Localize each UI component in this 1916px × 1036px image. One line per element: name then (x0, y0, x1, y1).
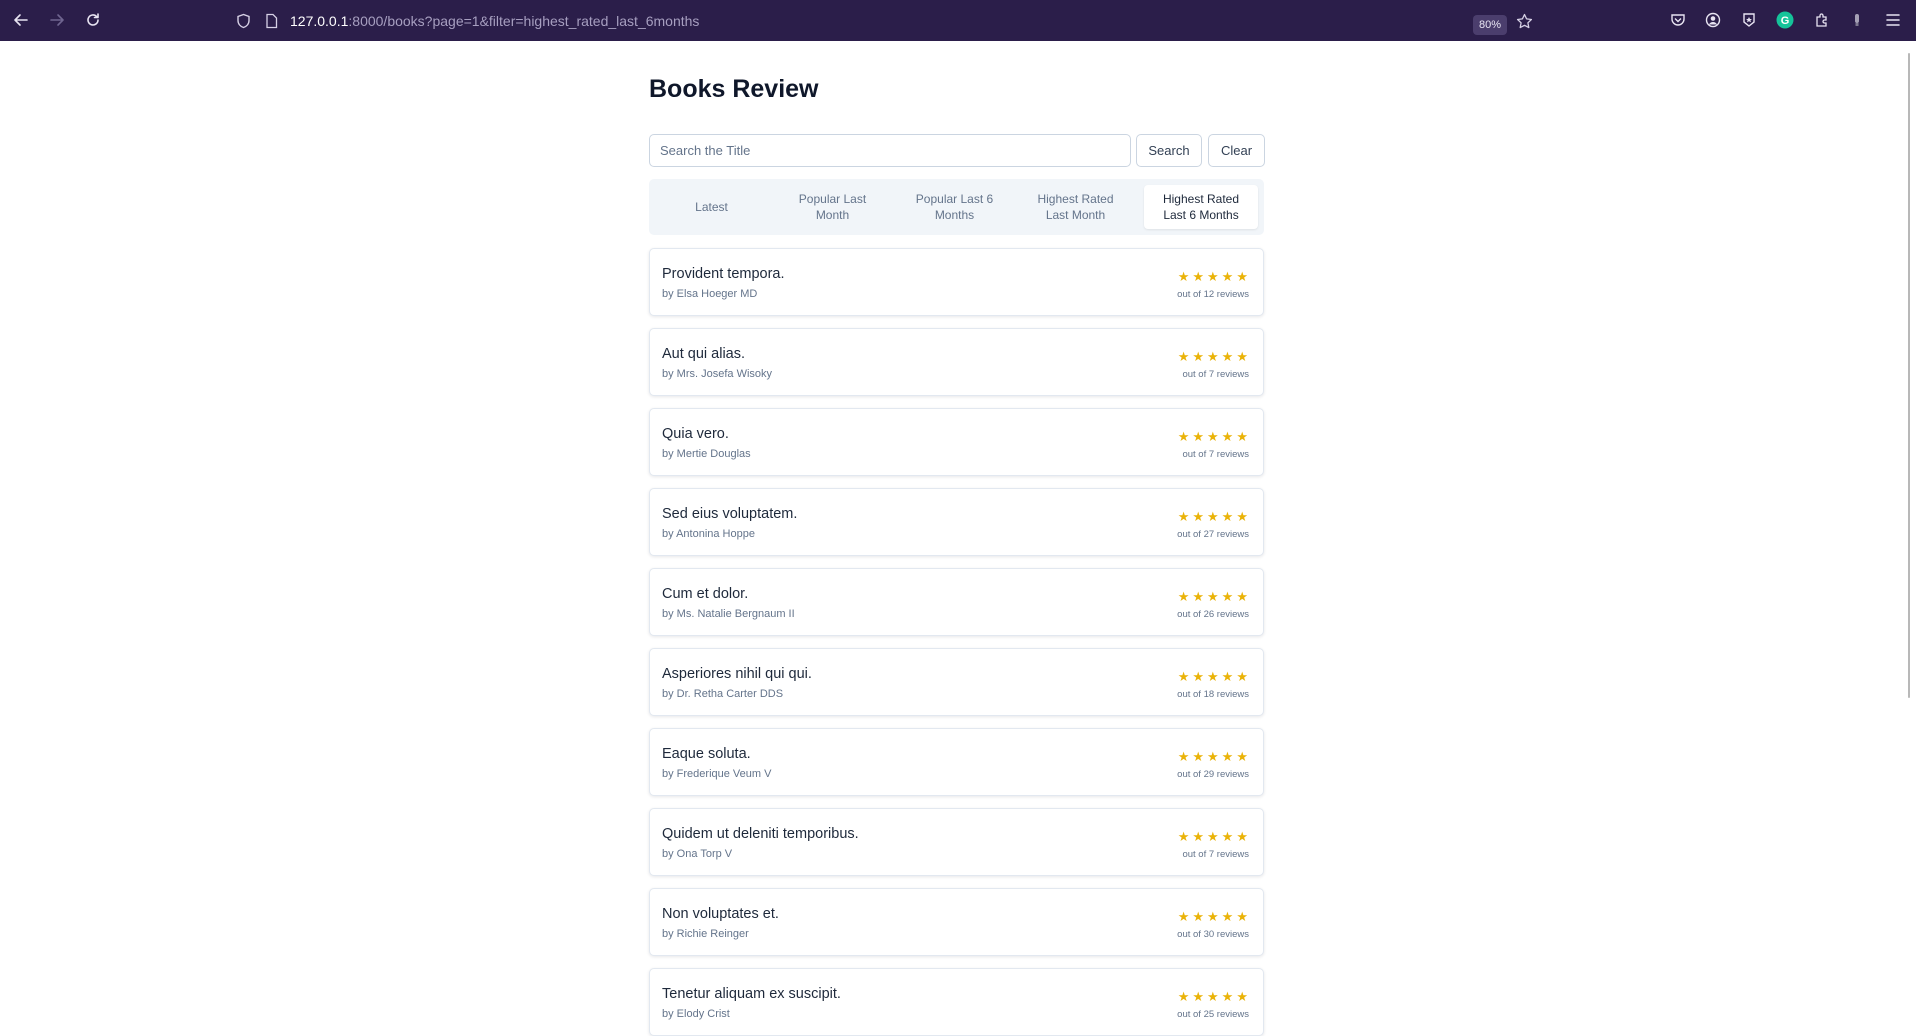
filter-tab-label: Latest (695, 200, 728, 214)
book-card[interactable]: Quia vero. by Mertie Douglas ★★★★★ out o… (649, 408, 1264, 476)
reload-icon[interactable] (78, 6, 108, 34)
search-button[interactable]: Search (1136, 134, 1202, 167)
filter-tab-latest[interactable]: Latest (655, 185, 768, 229)
review-count: out of 7 reviews (1182, 369, 1249, 380)
back-icon[interactable] (6, 6, 36, 34)
account-icon[interactable] (1702, 9, 1724, 31)
book-author: by Dr. Retha Carter DDS (662, 688, 784, 700)
book-card[interactable]: Sed eius voluptatem. by Antonina Hoppe ★… (649, 488, 1264, 556)
book-author: by Ms. Natalie Bergnaum II (662, 608, 795, 620)
book-card[interactable]: Aut qui alias. by Mrs. Josefa Wisoky ★★★… (649, 328, 1264, 396)
review-count: out of 26 reviews (1177, 609, 1249, 620)
star-rating: ★★★★★ (1177, 749, 1251, 764)
book-author: by Elsa Hoeger MD (662, 288, 758, 300)
menu-hamburger-icon[interactable] (1882, 9, 1904, 31)
url-text[interactable]: 127.0.0.1:8000/books?page=1&filter=highe… (290, 13, 699, 29)
star-rating: ★★★★★ (1177, 829, 1251, 844)
page-scrollbar[interactable] (1902, 41, 1916, 1035)
bookmark-star-icon[interactable] (1515, 12, 1533, 30)
clear-button[interactable]: Clear (1208, 134, 1265, 167)
review-count: out of 12 reviews (1177, 289, 1249, 300)
book-title[interactable]: Provident tempora. (662, 266, 785, 282)
review-count: out of 18 reviews (1177, 689, 1249, 700)
book-title[interactable]: Tenetur aliquam ex suscipit. (662, 986, 841, 1002)
book-title[interactable]: Non voluptates et. (662, 906, 779, 922)
filter-tab-popular-last-month[interactable]: Popular Last Month (776, 185, 889, 229)
star-rating: ★★★★★ (1177, 589, 1251, 604)
book-author: by Mrs. Josefa Wisoky (662, 368, 773, 380)
book-card[interactable]: Quidem ut deleniti temporibus. by Ona To… (649, 808, 1264, 876)
filter-tabs: Latest Popular Last Month Popular Last 6… (649, 179, 1264, 235)
review-count: out of 27 reviews (1177, 529, 1249, 540)
star-rating: ★★★★★ (1177, 509, 1251, 524)
url-path: :8000/books?page=1&filter=highest_rated_… (348, 13, 700, 29)
book-author: by Mertie Douglas (662, 448, 751, 460)
url-bar[interactable]: 127.0.0.1:8000/books?page=1&filter=highe… (228, 5, 1542, 36)
filter-tab-highest-rated-last-6-months[interactable]: Highest Rated Last 6 Months (1144, 185, 1258, 229)
forward-icon[interactable] (42, 6, 72, 34)
book-title[interactable]: Eaque soluta. (662, 746, 751, 762)
shield-icon[interactable] (234, 12, 252, 30)
book-title[interactable]: Quidem ut deleniti temporibus. (662, 826, 859, 842)
book-author: by Frederique Veum V (662, 768, 772, 780)
filter-tab-popular-last-6-months[interactable]: Popular Last 6 Months (898, 185, 1011, 229)
star-rating: ★★★★★ (1177, 269, 1251, 284)
review-count: out of 29 reviews (1177, 769, 1249, 780)
star-rating: ★★★★★ (1177, 989, 1251, 1004)
search-input[interactable] (649, 134, 1131, 167)
book-author: by Elody Crist (662, 1008, 730, 1020)
browser-toolbar: 127.0.0.1:8000/books?page=1&filter=highe… (0, 0, 1916, 41)
review-count: out of 25 reviews (1177, 1009, 1249, 1020)
review-count: out of 7 reviews (1182, 449, 1249, 460)
page-icon[interactable] (262, 12, 280, 30)
book-card[interactable]: Tenetur aliquam ex suscipit. by Elody Cr… (649, 968, 1264, 1036)
book-title[interactable]: Aut qui alias. (662, 346, 745, 362)
book-author: by Antonina Hoppe (662, 528, 755, 540)
book-card[interactable]: Non voluptates et. by Richie Reinger ★★★… (649, 888, 1264, 956)
page-viewport: Books Review Search Clear Latest Popular… (0, 41, 1916, 1036)
star-rating: ★★★★★ (1177, 429, 1251, 444)
filter-tab-label: Popular Last Month (798, 192, 867, 222)
page-title: Books Review (649, 75, 819, 103)
book-author: by Richie Reinger (662, 928, 749, 940)
book-title[interactable]: Sed eius voluptatem. (662, 506, 797, 522)
extensions-puzzle-icon[interactable] (1811, 9, 1833, 31)
star-rating: ★★★★★ (1177, 349, 1251, 364)
book-title[interactable]: Cum et dolor. (662, 586, 748, 602)
grammarly-icon[interactable]: G (1774, 9, 1796, 31)
filter-tab-highest-rated-last-month[interactable]: Highest Rated Last Month (1019, 185, 1132, 229)
book-card[interactable]: Asperiores nihil qui qui. by Dr. Retha C… (649, 648, 1264, 716)
pocket-icon[interactable] (1667, 9, 1689, 31)
extension-shield-icon[interactable] (1738, 9, 1760, 31)
filter-tab-label: Highest Rated Last Month (1037, 192, 1114, 222)
extension-bulb-icon[interactable] (1846, 9, 1868, 31)
filter-tab-label: Highest Rated Last 6 Months (1162, 192, 1240, 222)
star-rating: ★★★★★ (1177, 909, 1251, 924)
zoom-level-badge[interactable]: 80% (1473, 15, 1508, 35)
url-host: 127.0.0.1 (290, 13, 349, 29)
book-title[interactable]: Asperiores nihil qui qui. (662, 666, 812, 682)
svg-text:G: G (1781, 15, 1790, 27)
book-title[interactable]: Quia vero. (662, 426, 729, 442)
book-card[interactable]: Cum et dolor. by Ms. Natalie Bergnaum II… (649, 568, 1264, 636)
review-count: out of 7 reviews (1182, 849, 1249, 860)
review-count: out of 30 reviews (1177, 929, 1249, 940)
search-form: Search Clear (649, 134, 1265, 167)
book-card[interactable]: Eaque soluta. by Frederique Veum V ★★★★★… (649, 728, 1264, 796)
filter-tab-label: Popular Last 6 Months (915, 192, 994, 222)
book-author: by Ona Torp V (662, 848, 733, 860)
star-rating: ★★★★★ (1177, 669, 1251, 684)
scrollbar-thumb[interactable] (1908, 53, 1910, 698)
book-card[interactable]: Provident tempora. by Elsa Hoeger MD ★★★… (649, 248, 1264, 316)
